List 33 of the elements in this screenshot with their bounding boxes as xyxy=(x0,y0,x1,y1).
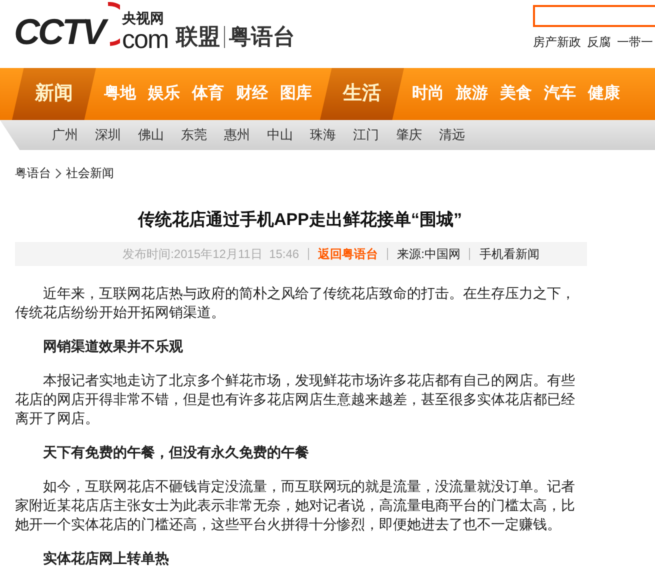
article-subheading: 网销渠道效果并不乐观 xyxy=(42,336,184,356)
article-subheading: 天下有免费的午餐，但没有永久免费的午餐 xyxy=(42,442,310,462)
alliance-label: 联盟 xyxy=(176,23,220,51)
city-link[interactable]: 江门 xyxy=(353,125,379,145)
hot-link[interactable]: 反腐 xyxy=(587,33,611,51)
hot-link[interactable]: 房产新政 xyxy=(533,33,581,51)
article-subheading: 实体花店网上转单热 xyxy=(42,548,170,568)
logo-chinese-name: 央视网 xyxy=(122,10,164,26)
news-source: 来源:中国网 xyxy=(397,246,460,262)
logo-domain: com xyxy=(122,26,168,52)
city-link[interactable]: 佛山 xyxy=(138,125,164,145)
publish-time: 发布时间:2015年12月11日 15:46 xyxy=(122,246,300,262)
nav-section-link[interactable]: 生活 xyxy=(320,68,404,120)
article-paragraph: 本报记者实地走访了北京多个鲜花市场，发现鲜花市场许多花店都有自己的网店。有些花店的网店开得非常不错，但是也有许多花店网店生意越来越差，甚至很多实体花店都已经离开了网店。 xyxy=(15,370,575,428)
city-link[interactable]: 深圳 xyxy=(95,125,121,145)
hot-link[interactable]: 一带一 xyxy=(617,33,653,51)
city-link[interactable]: 惠州 xyxy=(224,125,250,145)
city-link[interactable]: 珠海 xyxy=(310,125,336,145)
city-link[interactable]: 清远 xyxy=(439,125,465,145)
channel-name: 粤语台 xyxy=(229,23,296,51)
article-paragraph: 近年来，互联网花店热与政府的简朴之风给了传统花店致命的打击。在生存压力之下，传统花店纷纷开始开拓网销渠道。 xyxy=(15,284,575,322)
city-link[interactable]: 广州 xyxy=(52,125,78,145)
breadcrumb-link[interactable]: 社会新闻 xyxy=(66,164,114,182)
city-link[interactable]: 肇庆 xyxy=(396,125,422,145)
chevron-right-icon xyxy=(55,168,62,178)
breadcrumb-link[interactable]: 粤语台 xyxy=(15,164,51,182)
article-title: 传统花店通过手机APP走出鲜花接单“围城” xyxy=(136,209,463,231)
search-field[interactable] xyxy=(533,5,655,27)
city-link[interactable]: 中山 xyxy=(267,125,293,145)
logo-arc-icon xyxy=(106,2,120,46)
city-link[interactable]: 东莞 xyxy=(181,125,207,145)
mobile-news-link[interactable]: 手机看新闻 xyxy=(479,244,540,262)
article-paragraph: 如今，互联网花店不砸钱肯定没流量，而互联网玩的就是流量，没流量就没订单。记者家附近某花店店主张女士为此表示非常无奈，她对记者说，高流量电商平台的门槛太高，比她开一个实体花店的门槛还高，这些平台火拼得十分惨烈，即便她进去了也不一定赚钱。 xyxy=(15,476,575,534)
